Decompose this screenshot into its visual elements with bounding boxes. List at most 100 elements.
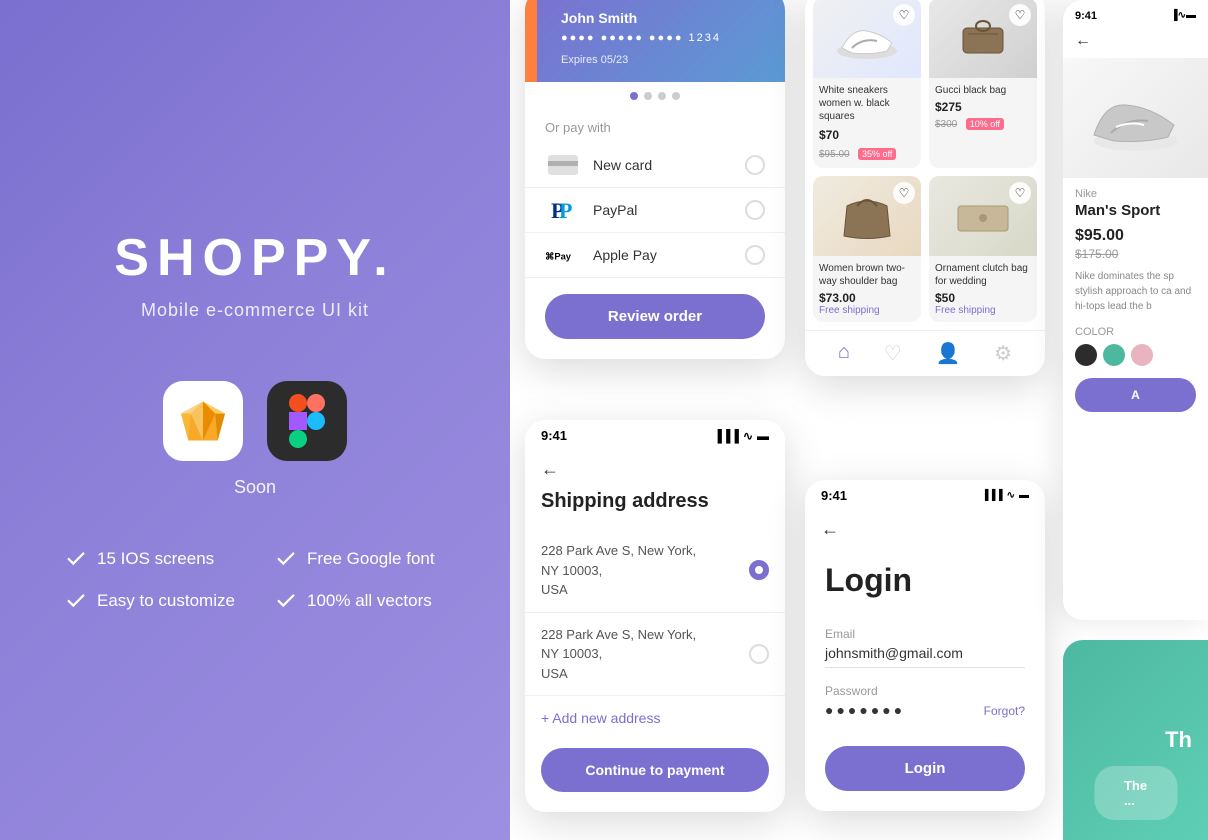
product-card-brown-bag[interactable]: ♡ Women brown two-way shoulder bag $73.0…	[813, 176, 921, 322]
teal-screen-text: Th	[1165, 727, 1208, 753]
nav-settings-icon[interactable]: ⚙	[994, 341, 1012, 366]
color-swatches	[1075, 344, 1196, 366]
forgot-link[interactable]: Forgot?	[984, 704, 1025, 718]
product-info-brown-bag: Women brown two-way shoulder bag $73.00 …	[813, 256, 921, 322]
products-grid: ♡ White sneakers women w. black squares …	[805, 0, 1045, 330]
shipping-header: ←	[525, 447, 785, 486]
add-address-button[interactable]: + Add new address	[525, 696, 785, 740]
discount-badge-gucci: 10% off	[966, 118, 1004, 130]
nav-home-icon[interactable]: ⌂	[838, 341, 850, 366]
dot-2	[644, 92, 652, 100]
product-card-clutch[interactable]: ♡ Ornament clutch bag for wedding $50 Fr…	[929, 176, 1037, 322]
new-card-radio[interactable]	[745, 155, 765, 175]
heart-icon-sneakers[interactable]: ♡	[893, 4, 915, 26]
status-bar-detail: 9:41 ▐∿▬	[1063, 0, 1208, 28]
nav-profile-icon[interactable]: 👤	[935, 341, 960, 366]
wifi-icon-login: ∿	[1007, 490, 1015, 501]
teal-cta-button[interactable]: The ...	[1094, 766, 1177, 820]
feature-customize-label: Easy to customize	[97, 591, 235, 611]
back-arrow-shipping[interactable]: ←	[541, 459, 559, 480]
figma-icon-box	[267, 381, 347, 461]
time-login: 9:41	[821, 488, 847, 503]
figma-icon	[289, 394, 325, 448]
payment-option-paypal[interactable]: P P PayPal	[525, 188, 785, 233]
product-img-gucci: ♡	[929, 0, 1037, 78]
swatch-pink[interactable]	[1131, 344, 1153, 366]
product-img-brown-bag: ♡	[813, 176, 921, 256]
left-panel: SHOPPY. Mobile e-commerce UI kit	[0, 0, 510, 840]
pay-with-label: Or pay with	[525, 110, 785, 143]
apple-pay-label: Apple Pay	[593, 247, 745, 263]
status-bar-shipping: 9:41 ▐▐▐ ∿ ▬	[525, 420, 785, 447]
address-radio-1[interactable]	[749, 560, 769, 580]
payment-option-new-card[interactable]: New card	[525, 143, 785, 188]
product-card-gucci[interactable]: ♡ Gucci black bag $275 $300 10% off	[929, 0, 1037, 168]
new-card-icon	[545, 153, 581, 177]
sketch-icon	[178, 399, 228, 443]
add-to-cart-button[interactable]: A	[1075, 378, 1196, 412]
heart-icon-clutch[interactable]: ♡	[1009, 182, 1031, 204]
feature-ios-label: 15 IOS screens	[97, 549, 214, 569]
right-area: John Smith ●●●● ●●●●● ●●●● 1234 Expires …	[510, 0, 1208, 840]
nav-heart-icon[interactable]: ♡	[884, 341, 902, 366]
address-radio-2[interactable]	[749, 644, 769, 664]
product-name-clutch: Ornament clutch bag for wedding	[935, 262, 1031, 288]
product-old-price-gucci: $300	[935, 119, 957, 130]
product-discount-gucci: $300 10% off	[935, 114, 1031, 132]
heart-icon-gucci[interactable]: ♡	[1009, 4, 1031, 26]
product-name-gucci: Gucci black bag	[935, 84, 1031, 97]
email-value[interactable]: johnsmith@gmail.com	[825, 645, 1025, 668]
check-icon-4	[275, 590, 297, 612]
password-value[interactable]: ●●●●●●●	[825, 702, 905, 718]
check-icon-2	[275, 548, 297, 570]
address-item-1[interactable]: 228 Park Ave S, New York, NY 10003, USA	[525, 529, 785, 613]
product-price-clutch: $50	[935, 291, 1031, 305]
product-price-gucci: $275	[935, 100, 1031, 114]
login-title: Login	[805, 546, 1045, 619]
detail-description: Nike dominates the sp stylish approach t…	[1063, 269, 1208, 326]
heart-icon-brown-bag[interactable]: ♡	[893, 182, 915, 204]
feature-google-label: Free Google font	[307, 549, 435, 569]
check-icon-1	[65, 548, 87, 570]
product-price-sneakers: $70	[819, 128, 839, 142]
product-info-sneakers: White sneakers women w. black squares $7…	[813, 78, 921, 168]
product-card-sneakers[interactable]: ♡ White sneakers women w. black squares …	[813, 0, 921, 168]
new-card-label: New card	[593, 157, 745, 173]
soon-label: Soon	[234, 477, 276, 498]
status-icons-login: ▐▐▐ ∿ ▬	[981, 490, 1029, 501]
continue-to-payment-button[interactable]: Continue to payment	[541, 748, 769, 792]
address-text-1: 228 Park Ave S, New York, NY 10003, USA	[541, 541, 749, 600]
address-item-2[interactable]: 228 Park Ave S, New York, NY 10003, USA	[525, 613, 785, 697]
detail-old-price: $175.00	[1063, 247, 1208, 269]
features-grid: 15 IOS screens Free Google font Easy to …	[65, 548, 445, 612]
swatch-teal[interactable]	[1103, 344, 1125, 366]
product-price-brown-bag: $73.00	[819, 291, 915, 305]
back-arrow-login[interactable]: ←	[821, 519, 839, 540]
product-pricing-sneakers: $70	[819, 126, 915, 144]
status-icons-detail: ▐∿▬	[1171, 10, 1196, 22]
status-icons-shipping: ▐▐▐ ∿ ▬	[713, 429, 769, 443]
product-info-clutch: Ornament clutch bag for wedding $50 Free…	[929, 256, 1037, 322]
brand-subtitle: Mobile e-commerce UI kit	[141, 300, 369, 321]
color-section: COLOR	[1063, 326, 1208, 374]
sketch-icon-box	[163, 381, 243, 461]
detail-screen: 9:41 ▐∿▬ ← Nike Man's Sport $95.00 $175.…	[1063, 0, 1208, 620]
paypal-radio[interactable]	[745, 200, 765, 220]
detail-brand: Nike	[1063, 178, 1208, 202]
feature-vectors: 100% all vectors	[275, 590, 445, 612]
paypal-icon: P P	[545, 198, 581, 222]
brand-title: SHOPPY.	[114, 228, 395, 288]
login-button[interactable]: Login	[825, 746, 1025, 791]
status-bar-login: 9:41 ▐▐▐ ∿ ▬	[805, 480, 1045, 507]
svg-text:⌘Pay: ⌘Pay	[545, 251, 572, 261]
back-arrow-detail[interactable]: ←	[1063, 28, 1208, 58]
payment-option-apple-pay[interactable]: ⌘Pay Apple Pay	[525, 233, 785, 278]
swatch-dark[interactable]	[1075, 344, 1097, 366]
signal-icon: ▐▐▐	[713, 429, 739, 443]
apple-pay-radio[interactable]	[745, 245, 765, 265]
dot-3	[658, 92, 666, 100]
check-icon-3	[65, 590, 87, 612]
card-name: John Smith	[545, 10, 765, 26]
email-field-group: Email johnsmith@gmail.com	[805, 619, 1045, 676]
review-order-button[interactable]: Review order	[545, 294, 765, 339]
